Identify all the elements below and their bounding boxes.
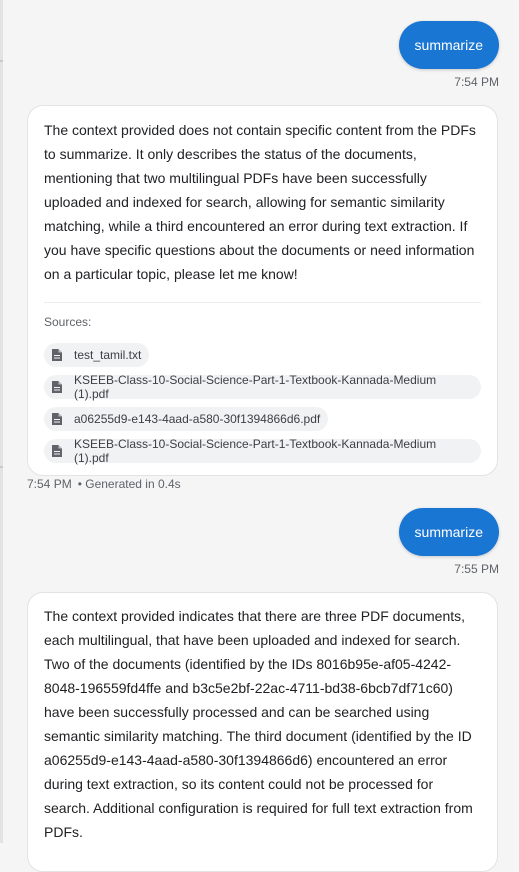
assistant-message-card: The context provided indicates that ther… <box>27 592 498 872</box>
user-message: summarize 7:55 PM <box>398 508 499 576</box>
source-chip[interactable]: test_tamil.txt <box>44 343 150 367</box>
file-document-icon <box>52 445 62 457</box>
source-chip-label: test_tamil.txt <box>74 348 142 362</box>
assistant-message-text: The context provided indicates that ther… <box>44 608 473 840</box>
sources-label: Sources: <box>44 315 92 329</box>
message-timestamp: 7:55 PM <box>454 562 499 576</box>
source-chip-label: KSEEB-Class-10-Social-Science-Part-1-Tex… <box>73 437 437 465</box>
user-message-bubble[interactable]: summarize <box>398 508 499 556</box>
user-message: summarize 7:54 PM <box>398 21 499 89</box>
file-document-icon <box>52 413 62 425</box>
message-timestamp: 7:54 PM <box>454 75 499 89</box>
edge-marker <box>0 466 3 468</box>
assistant-message-text: The context provided does not contain sp… <box>44 122 476 282</box>
source-chip-label: KSEEB-Class-10-Social-Science-Part-1-Tex… <box>73 373 437 401</box>
file-document-icon <box>52 349 62 361</box>
scroll-edge <box>0 0 3 843</box>
message-timestamp: 7:54 PM <box>27 477 72 491</box>
assistant-message-meta: 7:54 PM • Generated in 0.4s <box>27 477 181 491</box>
generation-time: • Generated in 0.4s <box>77 477 181 491</box>
assistant-message-card: The context provided does not contain sp… <box>27 105 498 476</box>
source-chip-label: a06255d9-e143-4aad-a580-30f1394866d6.pdf <box>74 412 321 426</box>
source-chip[interactable]: KSEEB-Class-10-Social-Science-Part-1-Tex… <box>44 373 481 401</box>
file-document-icon <box>52 381 62 393</box>
user-message-bubble[interactable]: summarize <box>398 21 499 69</box>
edge-marker <box>0 60 3 62</box>
source-chip[interactable]: KSEEB-Class-10-Social-Science-Part-1-Tex… <box>44 437 481 465</box>
divider <box>44 302 481 303</box>
source-chip[interactable]: a06255d9-e143-4aad-a580-30f1394866d6.pdf <box>44 407 329 431</box>
